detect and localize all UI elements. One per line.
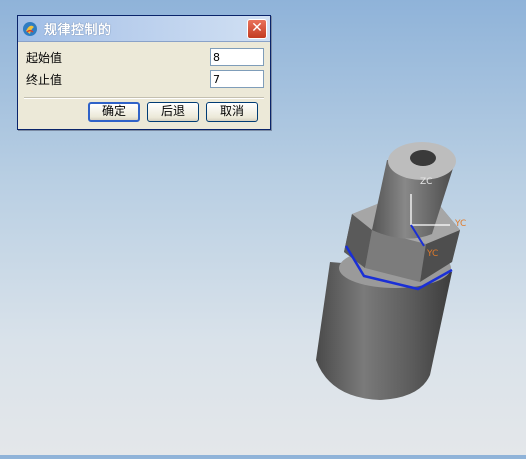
end-value-label: 终止值 xyxy=(26,73,63,87)
ok-button[interactable]: 确定 xyxy=(88,102,140,122)
center-hole xyxy=(410,150,436,166)
law-controlled-dialog: 规律控制的 ✕ 起始值 终止值 确定 后退 取消 xyxy=(17,15,271,130)
dialog-titlebar[interactable]: 规律控制的 xyxy=(18,16,270,42)
close-icon: ✕ xyxy=(251,20,263,36)
dialog-title: 规律控制的 xyxy=(44,23,112,38)
back-button[interactable]: 后退 xyxy=(147,102,199,122)
close-button[interactable]: ✕ xyxy=(247,19,267,39)
app-logo-icon xyxy=(23,21,37,36)
end-value-field[interactable] xyxy=(210,70,264,88)
dialog-divider xyxy=(24,97,264,99)
axis-label-yc: YC xyxy=(426,249,438,259)
axis-label-zc: ZC xyxy=(420,177,432,187)
axis-label-xc: YC xyxy=(454,219,466,229)
start-value-label: 起始值 xyxy=(26,51,63,65)
start-value-field[interactable] xyxy=(210,48,264,66)
cancel-button[interactable]: 取消 xyxy=(206,102,258,122)
